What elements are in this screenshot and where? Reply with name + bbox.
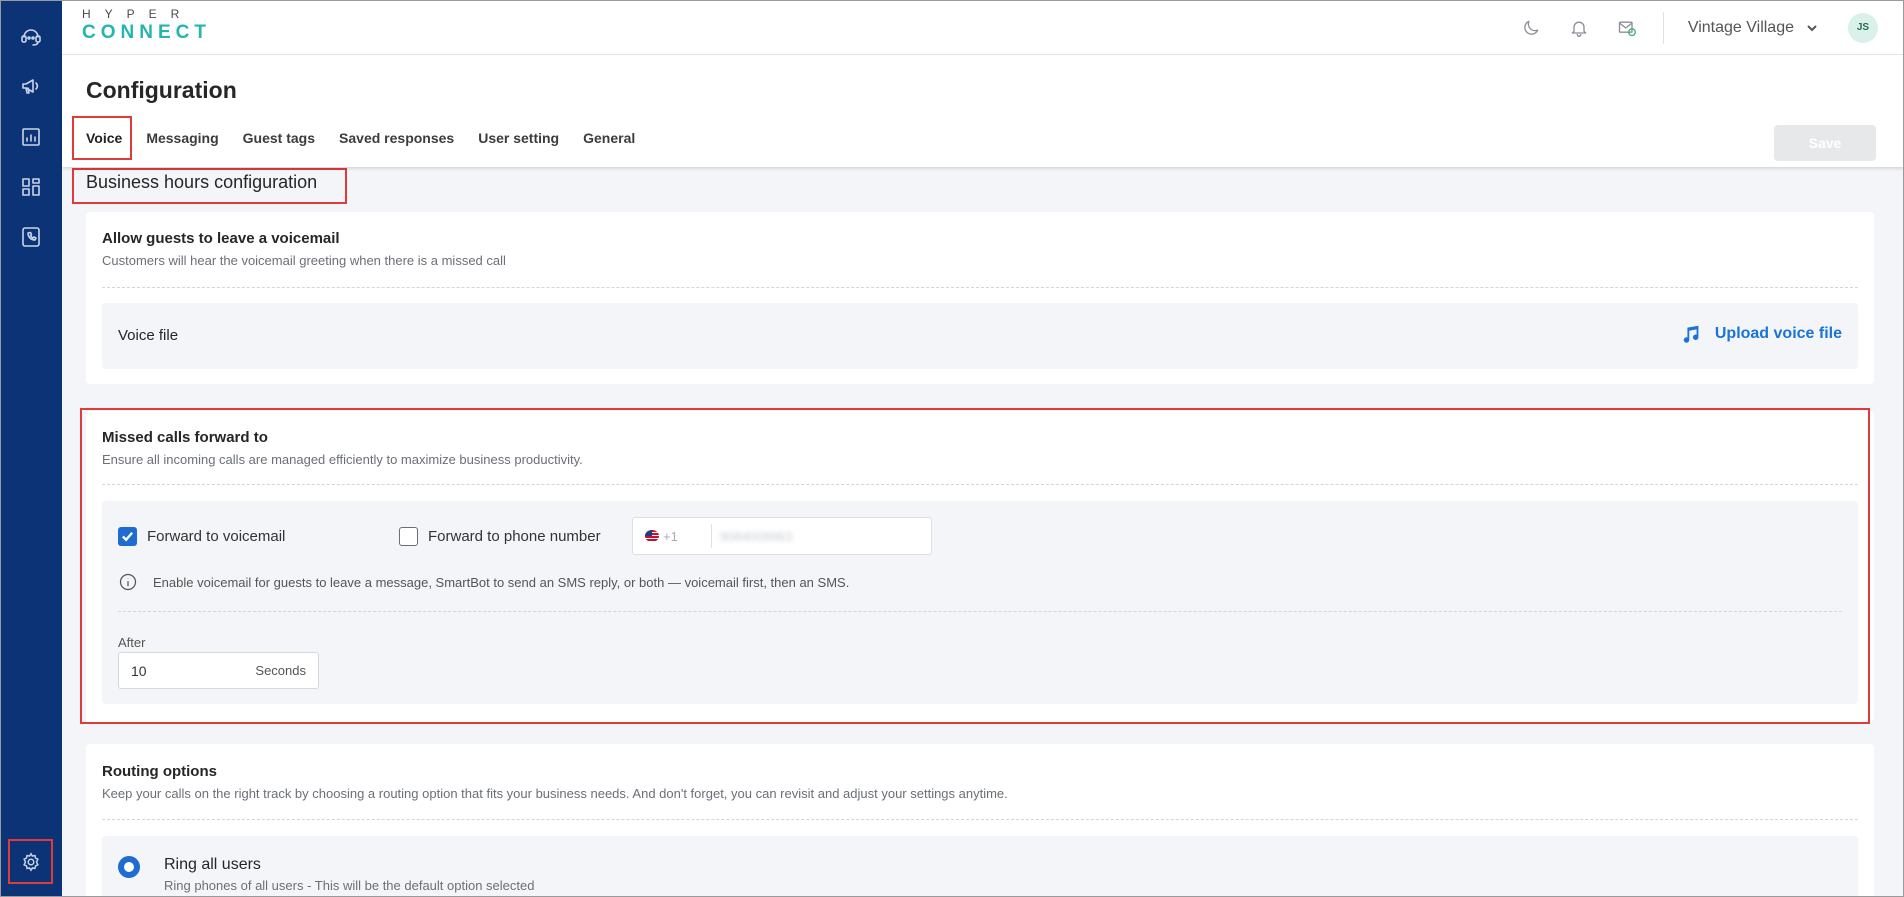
- voicemail-card: Allow guests to leave a voicemail Custom…: [86, 212, 1874, 384]
- check-icon: [122, 532, 134, 542]
- phone-number-field[interactable]: +1 9084009963: [632, 517, 932, 555]
- routing-option-ring-all[interactable]: Ring all users Ring phones of all users …: [102, 836, 1858, 897]
- info-icon: [119, 573, 137, 591]
- voicemail-title: Allow guests to leave a voicemail: [102, 230, 340, 247]
- forward-voicemail-label: Forward to voicemail: [147, 528, 286, 545]
- phone-book-icon[interactable]: [16, 222, 46, 252]
- checkbox-checked[interactable]: [118, 527, 137, 546]
- mail-sync-icon[interactable]: [1615, 16, 1639, 40]
- avatar[interactable]: JS: [1848, 12, 1878, 43]
- config-tabs: Voice Messaging Guest tags Saved respons…: [86, 130, 659, 160]
- dial-code[interactable]: +1: [663, 529, 711, 544]
- divider: [118, 611, 1842, 612]
- brand-logo[interactable]: HYPER CONNECT: [82, 8, 211, 42]
- headset-bot-icon[interactable]: [16, 22, 46, 52]
- phone-number-input[interactable]: 9084009963: [720, 529, 792, 544]
- missed-calls-card: Missed calls forward to Ensure all incom…: [86, 411, 1874, 722]
- brand-logo-bottom: CONNECT: [82, 22, 211, 43]
- gear-icon: [22, 851, 39, 872]
- voice-file-label: Voice file: [118, 327, 179, 344]
- divider: [102, 287, 1858, 288]
- forward-phone-checkbox[interactable]: Forward to phone number: [399, 527, 601, 546]
- ring-all-users-radio[interactable]: [118, 856, 140, 878]
- sidebar: [0, 0, 62, 897]
- tab-messaging[interactable]: Messaging: [146, 130, 218, 160]
- divider: [102, 484, 1858, 485]
- after-label: After: [118, 635, 146, 650]
- divider: [102, 819, 1858, 820]
- report-icon[interactable]: [16, 122, 46, 152]
- tab-saved-responses[interactable]: Saved responses: [339, 130, 454, 160]
- voicemail-info: Enable voicemail for guests to leave a m…: [118, 572, 849, 592]
- save-button[interactable]: Save: [1774, 125, 1876, 161]
- upload-voice-file-label: Upload voice file: [1714, 325, 1842, 342]
- megaphone-icon[interactable]: [16, 71, 46, 101]
- us-flag-icon[interactable]: [645, 530, 659, 542]
- music-note-icon: [1683, 325, 1699, 343]
- missed-calls-title: Missed calls forward to: [102, 429, 268, 446]
- forward-voicemail-checkbox[interactable]: Forward to voicemail: [118, 527, 285, 546]
- phone-separator: [711, 524, 712, 548]
- bell-icon[interactable]: [1567, 16, 1591, 40]
- chevron-down-icon: [1807, 24, 1817, 31]
- voice-tab-highlight: [72, 116, 132, 160]
- tab-user-setting[interactable]: User setting: [478, 130, 559, 160]
- voicemail-info-text: Enable voicemail for guests to leave a m…: [153, 574, 850, 590]
- checkbox-unchecked[interactable]: [399, 527, 418, 546]
- location-name: Vintage Village: [1687, 18, 1794, 36]
- moon-icon[interactable]: [1519, 16, 1543, 40]
- routing-subtitle: Keep your calls on the right track by ch…: [102, 786, 1008, 801]
- routing-title: Routing options: [102, 763, 217, 780]
- after-seconds-unit: Seconds: [255, 663, 306, 678]
- routing-options-card: Routing options Keep your calls on the r…: [86, 744, 1874, 897]
- section-title-highlight: [72, 168, 347, 204]
- ring-all-users-label: Ring all users: [164, 856, 261, 873]
- settings-button[interactable]: [8, 839, 53, 884]
- location-selector[interactable]: Vintage Village: [1688, 19, 1818, 37]
- dashboard-icon[interactable]: [16, 172, 46, 202]
- tab-guest-tags[interactable]: Guest tags: [243, 130, 315, 160]
- forward-options: Forward to voicemail Forward to phone nu…: [102, 501, 1858, 704]
- page-header: Configuration Voice Messaging Guest tags…: [62, 55, 1904, 167]
- voice-file-row: Voice file Upload voice file: [102, 303, 1858, 369]
- header-divider: [1662, 11, 1664, 44]
- brand-logo-top: HYPER: [82, 7, 194, 21]
- forward-phone-label: Forward to phone number: [428, 528, 601, 545]
- after-seconds-value[interactable]: 10: [131, 663, 147, 679]
- upload-voice-file-button[interactable]: Upload voice file: [1681, 323, 1842, 345]
- after-seconds-input[interactable]: 10 Seconds: [118, 652, 319, 689]
- voicemail-subtitle: Customers will hear the voicemail greeti…: [102, 253, 506, 268]
- ring-all-users-description: Ring phones of all users - This will be …: [164, 878, 535, 893]
- missed-calls-subtitle: Ensure all incoming calls are managed ef…: [102, 452, 583, 467]
- top-bar: HYPER CONNECT Vintage Village JS: [62, 0, 1904, 55]
- tab-general[interactable]: General: [583, 130, 635, 160]
- page-title: Configuration: [86, 77, 237, 103]
